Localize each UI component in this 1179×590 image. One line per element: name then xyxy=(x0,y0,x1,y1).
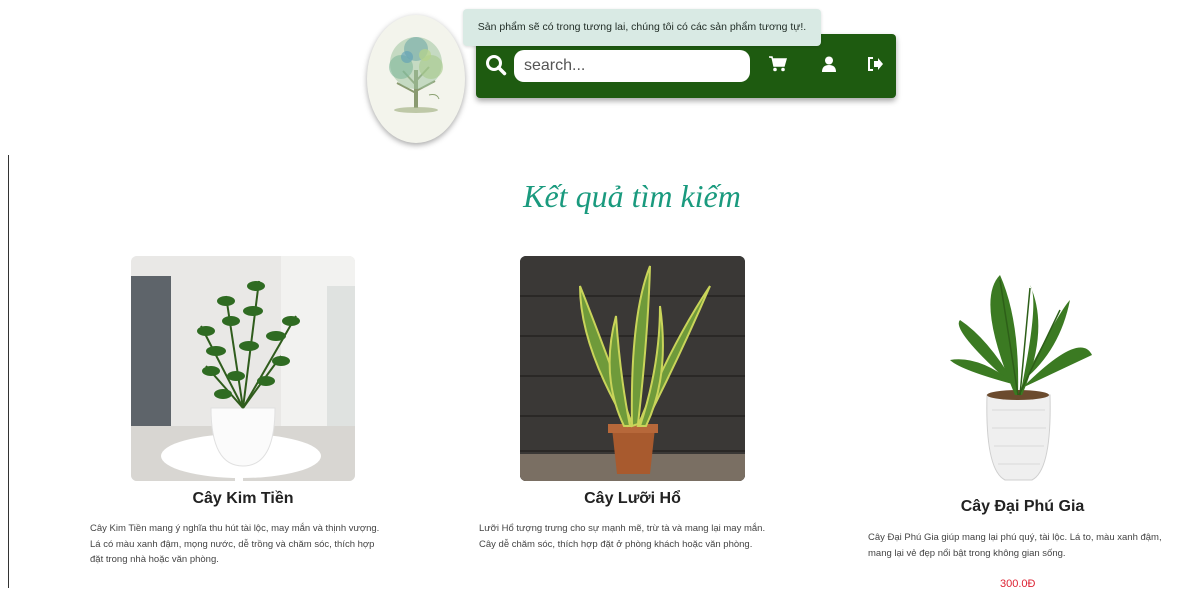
tree-logo-icon xyxy=(389,37,443,113)
product-image[interactable] xyxy=(910,260,1135,490)
product-price: 300.0Đ xyxy=(1000,578,1036,590)
availability-tooltip: Sản phẩm sẽ có trong tương lai, chúng tô… xyxy=(463,9,821,46)
logout-icon[interactable] xyxy=(867,56,883,77)
content-border xyxy=(8,155,9,588)
product-image[interactable] xyxy=(520,256,745,481)
site-logo[interactable] xyxy=(367,15,465,143)
product-image[interactable] xyxy=(131,256,355,481)
search-icon[interactable] xyxy=(485,54,507,81)
user-icon[interactable] xyxy=(822,56,836,77)
product-description: Lưỡi Hổ tượng trưng cho sự mạnh mẽ, trừ … xyxy=(479,523,766,550)
product-description: Cây Đại Phú Gia giúp mang lại phú quý, t… xyxy=(868,532,1162,559)
product-name[interactable]: Cây Kim Tiền xyxy=(131,490,355,508)
product-description: Cây Kim Tiền mang ý nghĩa thu hút tài lộ… xyxy=(90,523,380,565)
search-input[interactable] xyxy=(514,50,750,82)
product-name[interactable]: Cây Đại Phú Gia xyxy=(910,498,1135,516)
cart-icon[interactable] xyxy=(769,56,787,77)
product-name[interactable]: Cây Lưỡi Hổ xyxy=(520,490,745,508)
page-title: Kết quả tìm kiếm xyxy=(523,178,741,214)
